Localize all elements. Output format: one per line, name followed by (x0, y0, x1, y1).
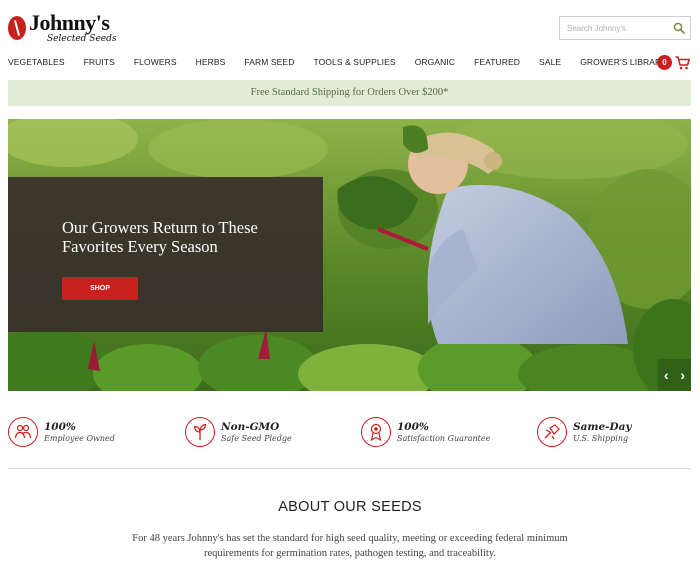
chevron-left-icon[interactable]: ‹ (664, 368, 669, 382)
site-header: Johnny's Selected Seeds (0, 0, 700, 46)
feature-same-day-shipping[interactable]: Same-Day U.S. Shipping (537, 414, 632, 450)
nav-item-growers-library[interactable]: GROWER'S LIBRARY (580, 57, 667, 69)
chevron-right-icon[interactable]: › (680, 368, 685, 382)
logo-tagline: Selected Seeds (47, 34, 117, 44)
value-props: 100% Employee Owned Non-GMO Safe Seed Pl… (8, 414, 691, 450)
feature-subtitle: Safe Seed Pledge (221, 433, 292, 443)
nav-item-sale[interactable]: SALE (539, 57, 561, 69)
shop-button[interactable]: SHOP (62, 277, 138, 300)
feature-title: Same-Day (573, 420, 632, 433)
hero-headline: Our Growers Return to These Favorites Ev… (62, 218, 258, 256)
nav-item-featured[interactable]: FEATURED (474, 57, 520, 69)
search-box (559, 16, 691, 40)
feature-subtitle: Employee Owned (44, 433, 115, 443)
hero-promo-panel: Our Growers Return to These Favorites Ev… (8, 177, 323, 332)
feature-title: Non-GMO (221, 420, 280, 433)
shipping-icon (537, 417, 567, 447)
free-shipping-banner[interactable]: Free Standard Shipping for Orders Over $… (8, 80, 691, 106)
section-divider (8, 468, 691, 469)
sprout-icon (185, 417, 215, 447)
nav-item-tools-supplies[interactable]: TOOLS & SUPPLIES (313, 57, 395, 69)
feature-title: 100% (397, 420, 429, 433)
nav-item-organic[interactable]: ORGANIC (415, 57, 455, 69)
search-icon[interactable] (673, 22, 685, 34)
people-icon (8, 417, 38, 447)
carousel-controls: ‹ › (658, 359, 691, 391)
nav-item-fruits[interactable]: FRUITS (84, 57, 115, 69)
seed-logo-icon (8, 16, 26, 40)
cart-button[interactable]: 0 (657, 54, 691, 72)
about-heading: ABOUT OUR SEEDS (278, 499, 422, 515)
feature-satisfaction-guarantee[interactable]: 100% Satisfaction Guarantee (361, 414, 490, 450)
feature-subtitle: U.S. Shipping (573, 433, 629, 443)
logo-wordmark: Johnny's (29, 10, 110, 35)
main-nav: VEGETABLES FRUITS FLOWERS HERBS FARM SEE… (8, 57, 686, 69)
feature-title: 100% (44, 420, 76, 433)
nav-item-farm-seed[interactable]: FARM SEED (244, 57, 294, 69)
cart-count-badge: 0 (657, 55, 672, 70)
feature-employee-owned[interactable]: 100% Employee Owned (8, 414, 115, 450)
hero-carousel: Our Growers Return to These Favorites Ev… (8, 119, 691, 391)
nav-item-flowers[interactable]: FLOWERS (134, 57, 177, 69)
nav-item-vegetables[interactable]: VEGETABLES (8, 57, 65, 69)
search-input[interactable] (560, 17, 672, 39)
johnnys-logo[interactable]: Johnny's Selected Seeds (8, 12, 117, 44)
shopping-cart-icon (675, 56, 690, 70)
feature-non-gmo[interactable]: Non-GMO Safe Seed Pledge (185, 414, 292, 450)
feature-subtitle: Satisfaction Guarantee (397, 433, 491, 443)
nav-item-herbs[interactable]: HERBS (196, 57, 226, 69)
about-description: For 48 years Johnny's has set the standa… (132, 533, 568, 559)
ribbon-badge-icon (361, 417, 391, 447)
